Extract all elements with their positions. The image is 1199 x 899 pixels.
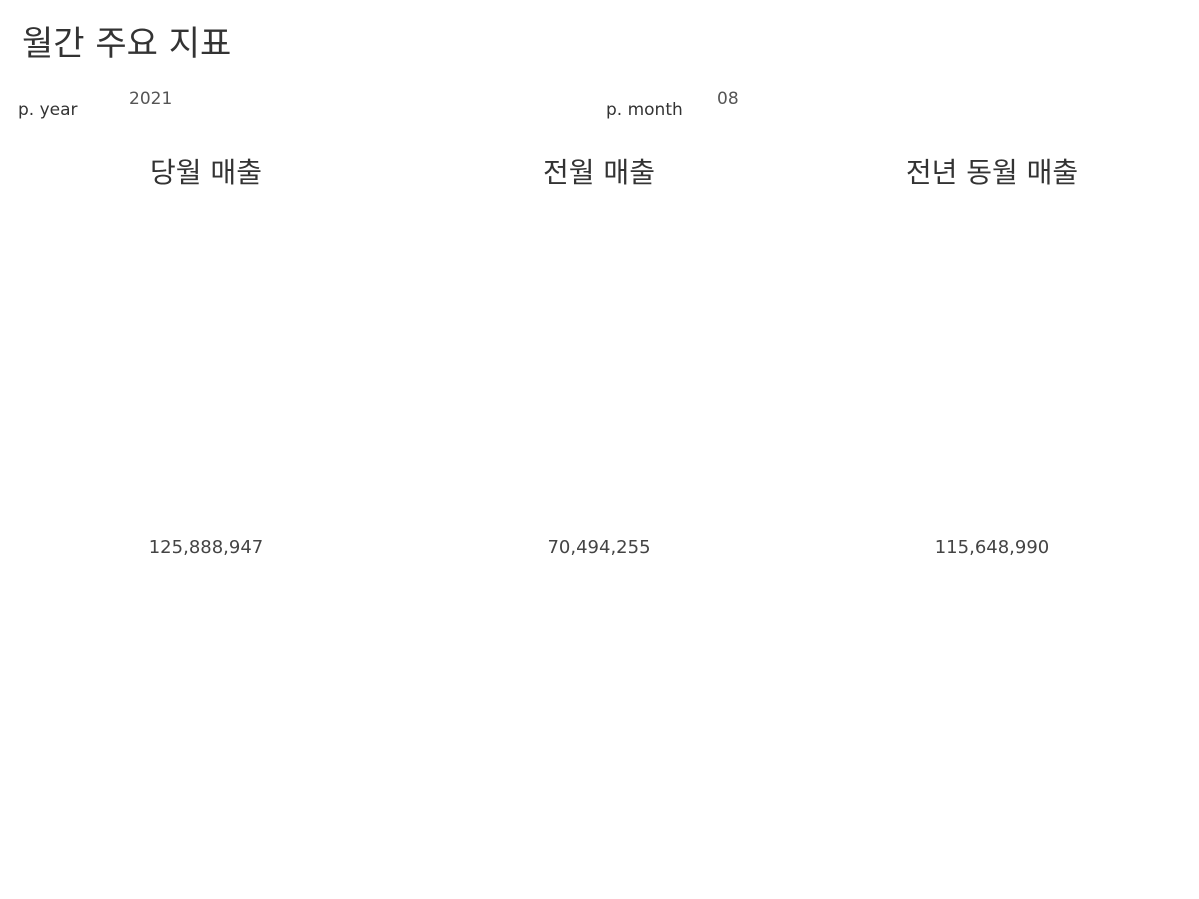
kpi-title: 당월 매출 <box>150 156 262 189</box>
kpi-title: 전월 매출 <box>543 156 655 189</box>
month-parameter-label: p. month <box>606 100 683 120</box>
kpi-title: 전년 동월 매출 <box>905 156 1079 189</box>
year-parameter-label: p. year <box>18 100 78 120</box>
year-parameter: p. year 2021 <box>18 86 578 126</box>
kpi-value: 115,648,990 <box>934 537 1050 558</box>
kpi-same-month-last-year-sales: 전년 동월 매출 115,648,990 <box>796 150 1188 850</box>
kpi-current-month-sales: 당월 매출 125,888,947 <box>10 150 402 850</box>
kpi-value: 125,888,947 <box>148 537 264 558</box>
month-parameter-value[interactable]: 08 <box>717 88 739 110</box>
kpi-value: 70,494,255 <box>547 537 651 558</box>
month-parameter: p. month 08 <box>606 86 1166 126</box>
kpi-previous-month-sales: 전월 매출 70,494,255 <box>403 150 795 850</box>
year-parameter-value[interactable]: 2021 <box>129 88 172 110</box>
dashboard-title: 월간 주요 지표 <box>22 24 232 64</box>
